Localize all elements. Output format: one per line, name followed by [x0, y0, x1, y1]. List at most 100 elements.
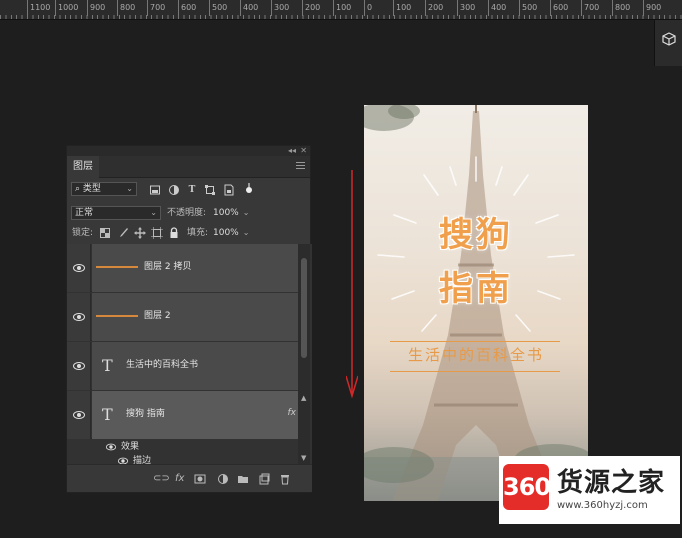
eye-icon[interactable] — [73, 313, 85, 321]
fx-icon[interactable]: fx — [288, 408, 297, 418]
visibility-toggle[interactable] — [67, 293, 91, 341]
text-layer-icon: T — [102, 405, 113, 424]
3d-cube-icon[interactable] — [662, 32, 676, 46]
close-icon[interactable]: ✕ — [300, 146, 307, 156]
poster-title-line1: 搜狗 — [439, 215, 513, 255]
chevron-down-icon[interactable]: ▼ — [301, 454, 306, 462]
ruler-label: 700 — [580, 0, 600, 16]
opacity-input[interactable]: 100% ⌄ — [213, 206, 249, 220]
group-folder-icon[interactable] — [237, 473, 249, 485]
ruler-label: 400 — [487, 0, 507, 16]
lock-artboard-icon[interactable] — [151, 227, 163, 239]
ruler-label: 500 — [518, 0, 538, 16]
chevron-down-icon: ⌄ — [242, 208, 250, 217]
layer-row[interactable]: T 生活中的百科全书 — [67, 342, 300, 390]
filter-kind-label: 类型 — [82, 184, 101, 194]
ruler-label: 500 — [208, 0, 228, 16]
lock-pixels-brush-icon[interactable] — [117, 227, 129, 239]
layer-name: 图层 2 — [144, 311, 171, 321]
link-layers-icon[interactable]: ⊂⊃ — [153, 473, 170, 485]
trash-icon[interactable] — [279, 473, 291, 485]
360-logo: 360 — [503, 464, 551, 510]
ruler-label: 800 — [116, 0, 136, 16]
effects-row[interactable]: 效果 — [105, 441, 139, 453]
layer-body[interactable]: 图层 2 — [92, 293, 300, 341]
ruler-label: 900 — [642, 0, 662, 16]
eye-icon[interactable] — [73, 411, 85, 419]
lock-label: 锁定: — [72, 228, 94, 238]
layers-list: 图层 2 拷贝 图层 2 T 生活中的百科全书 T 搜狗 指南 fx 效果 描边 — [67, 244, 312, 464]
blend-mode-select[interactable]: 正常 ⌄ — [71, 206, 161, 220]
ruler-label: 300 — [270, 0, 290, 16]
lock-position-move-icon[interactable] — [134, 227, 146, 239]
layers-bottom-toolbar: ⊂⊃ fx — [67, 464, 312, 492]
stroke-effect-row[interactable]: 描边 — [117, 455, 151, 464]
layer-filter-row: ⌕ 类型 ⌄ T — [67, 182, 312, 202]
collapse-icon[interactable]: ◂◂ — [288, 146, 296, 156]
add-style-icon[interactable]: fx — [175, 473, 184, 485]
layer-row[interactable]: 图层 2 拷贝 — [67, 244, 300, 292]
smart-object-filter-icon[interactable] — [223, 184, 235, 196]
visibility-toggle[interactable] — [67, 342, 91, 390]
stroke-label: 描边 — [133, 456, 152, 464]
layer-body[interactable]: T 搜狗 指南 fx — [92, 391, 300, 439]
effects-label: 效果 — [121, 442, 140, 452]
layer-name: 图层 2 拷贝 — [144, 262, 192, 272]
lock-all-icon[interactable] — [168, 227, 180, 239]
ruler-label: 600 — [177, 0, 197, 16]
blend-mode-value: 正常 — [75, 208, 94, 218]
poster-subtitle: 生活中的百科全书 — [407, 346, 544, 364]
poster-canvas[interactable]: 搜狗 指南 生活中的百科全书 — [364, 105, 588, 501]
fill-value: 100% — [213, 228, 239, 238]
layer-body[interactable]: T 生活中的百科全书 — [92, 342, 300, 390]
blend-opacity-row: 正常 ⌄ 不透明度: 100% ⌄ — [67, 204, 312, 224]
fill-input[interactable]: 100% ⌄ — [213, 226, 249, 240]
red-arrow-annotation — [346, 170, 358, 398]
ruler-label: 200 — [424, 0, 444, 16]
new-layer-icon[interactable] — [258, 473, 270, 485]
scrollbar-thumb[interactable] — [301, 258, 307, 358]
ruler-label: 700 — [146, 0, 166, 16]
chevron-up-icon[interactable]: ▲ — [301, 394, 306, 402]
layer-row[interactable]: T 搜狗 指南 fx — [67, 391, 300, 439]
layers-scrollbar[interactable]: ▲ ▼ — [298, 244, 310, 464]
layer-name: 搜狗 指南 — [126, 409, 165, 419]
filter-kind-select[interactable]: ⌕ 类型 ⌄ — [71, 182, 137, 196]
adjustment-layer-icon[interactable] — [217, 473, 229, 485]
layer-row[interactable]: 图层 2 — [67, 293, 300, 341]
horizontal-ruler: 1100 1000 900 800 700 600 500 400 300 20… — [0, 0, 682, 20]
ruler-label: 0 — [363, 0, 373, 16]
eye-icon[interactable] — [73, 264, 85, 272]
visibility-toggle[interactable] — [67, 391, 91, 439]
ruler-label: 1100 — [26, 0, 51, 16]
eye-icon[interactable] — [105, 443, 117, 450]
type-filter-icon[interactable]: T — [186, 184, 198, 196]
poster-title-line2: 指南 — [439, 269, 513, 309]
tab-layers[interactable]: 图层 — [67, 156, 99, 178]
panel-menu-icon[interactable] — [296, 162, 305, 170]
opacity-label: 不透明度: — [167, 208, 207, 218]
shape-filter-icon[interactable] — [204, 184, 216, 196]
panel-tab-bar: 图层 — [67, 156, 310, 178]
add-mask-icon[interactable] — [194, 473, 206, 485]
visibility-toggle[interactable] — [67, 244, 91, 292]
ruler-label: 200 — [301, 0, 321, 16]
filter-toggle-icon[interactable] — [243, 182, 255, 194]
layers-panel: ◂◂ ✕ 图层 ⌕ 类型 ⌄ T 正常 ⌄ 不透明度: 100% ⌄ 锁定: 填… — [66, 145, 312, 493]
ruler-label: 600 — [549, 0, 569, 16]
ruler-label: 800 — [611, 0, 631, 16]
search-icon: ⌕ — [75, 184, 83, 194]
text-layer-icon: T — [102, 356, 113, 375]
ruler-label: 300 — [456, 0, 476, 16]
layer-name: 生活中的百科全书 — [126, 360, 199, 370]
layer-body[interactable]: 图层 2 拷贝 — [92, 244, 300, 292]
lock-transparent-icon[interactable] — [99, 227, 111, 239]
eye-icon[interactable] — [117, 457, 129, 464]
pixel-filter-icon[interactable] — [149, 184, 161, 196]
poster-bottom-rule — [390, 371, 560, 372]
panel-title-bar[interactable]: ◂◂ ✕ — [67, 146, 310, 156]
ruler-label: 100 — [392, 0, 412, 16]
watermark-url: www.360hyzj.com — [557, 500, 648, 511]
adjustment-filter-icon[interactable] — [168, 184, 180, 196]
eye-icon[interactable] — [73, 362, 85, 370]
